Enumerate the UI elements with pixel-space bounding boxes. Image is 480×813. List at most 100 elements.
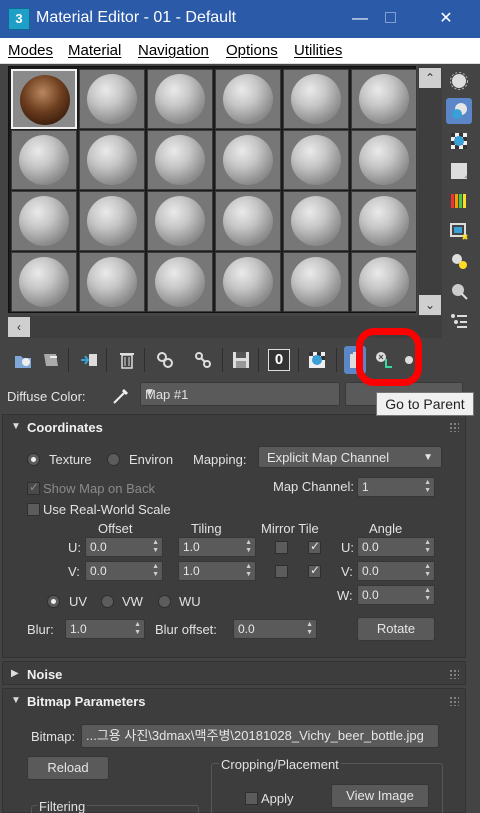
menu-material[interactable]: Material (68, 42, 121, 59)
assign-to-selection-button[interactable] (76, 346, 102, 374)
delete-button[interactable] (114, 346, 140, 374)
v-offset-spinner[interactable]: 0.0 ▲ ▼ (85, 561, 163, 581)
show-map-on-back-checkbox[interactable] (27, 480, 40, 495)
eyedropper-button[interactable] (110, 385, 132, 407)
make-unique-button[interactable] (152, 346, 178, 374)
texture-label: Texture (49, 452, 92, 467)
texture-radio[interactable] (27, 453, 40, 466)
select-by-material-button[interactable] (446, 278, 472, 304)
v-angle-spinner[interactable]: 0.0 ▲ ▼ (357, 561, 435, 581)
put-to-library-button[interactable] (190, 346, 216, 374)
sample-slot[interactable] (351, 130, 417, 190)
material-map-navigator-button[interactable] (446, 308, 472, 334)
map-name-dropdown[interactable]: Map #1 ▼ (140, 382, 340, 406)
menu-utilities[interactable]: Utilities (294, 42, 342, 59)
wu-radio[interactable] (158, 595, 171, 608)
sample-slot[interactable] (351, 191, 417, 251)
put-to-scene-button[interactable] (38, 346, 64, 374)
vw-radio[interactable] (101, 595, 114, 608)
sample-slot[interactable] (11, 130, 77, 190)
close-button[interactable]: ✕ (422, 0, 470, 38)
eyedropper-icon (113, 388, 129, 404)
sample-slot[interactable] (79, 252, 145, 312)
noise-rollout-header[interactable]: ▶ Noise (3, 662, 465, 688)
scroll-up-icon[interactable]: ⌃ (419, 68, 441, 88)
get-material-button[interactable] (10, 346, 36, 374)
w-angle-spinner[interactable]: 0.0 ▲ ▼ (357, 585, 435, 605)
title-bar: 3 Material Editor - 01 - Default — ✕ (0, 0, 480, 38)
material-sphere-icon (359, 196, 409, 246)
v-mirror-checkbox[interactable] (275, 565, 288, 578)
map-channel-value: 1 (362, 480, 369, 494)
sample-slot[interactable] (79, 69, 145, 129)
sample-slot[interactable] (351, 252, 417, 312)
video-color-check-button[interactable] (446, 188, 472, 214)
grip-icon (449, 696, 459, 706)
backlight-button[interactable] (446, 98, 472, 124)
sample-slot[interactable] (11, 191, 77, 251)
menu-modes[interactable]: Modes (8, 42, 53, 59)
sample-slot[interactable] (79, 130, 145, 190)
mirror-tile-header: Mirror Tile (261, 521, 319, 536)
sample-type-button[interactable] (446, 68, 472, 94)
spinner-arrows-icon: ▲ ▼ (245, 539, 252, 554)
apply-checkbox[interactable] (245, 792, 258, 805)
sample-slot[interactable] (147, 69, 213, 129)
scroll-left-icon[interactable]: ‹ (8, 317, 30, 337)
rotate-button[interactable]: Rotate (357, 617, 435, 641)
save-button[interactable] (228, 346, 254, 374)
show-shaded-button[interactable] (304, 346, 330, 374)
material-sphere-icon (20, 75, 70, 125)
sample-slot[interactable] (215, 252, 281, 312)
make-preview-button[interactable] (446, 218, 472, 244)
sample-slot[interactable] (215, 69, 281, 129)
map-channel-spinner[interactable]: 1 ▲ ▼ (357, 477, 435, 497)
chevron-down-icon: ▼ (145, 387, 155, 398)
environ-radio[interactable] (107, 453, 120, 466)
u-offset-spinner[interactable]: 0.0 ▲ ▼ (85, 537, 163, 557)
sample-slot[interactable] (147, 191, 213, 251)
u-tiling-spinner[interactable]: 1.0 ▲ ▼ (178, 537, 256, 557)
toolbar-separator (106, 348, 107, 372)
reload-button[interactable]: Reload (27, 756, 109, 780)
bitmap-parameters-rollout-header[interactable]: ▼ Bitmap Parameters (3, 689, 465, 715)
sample-slot[interactable] (283, 191, 349, 251)
sample-slot[interactable] (147, 252, 213, 312)
sample-slot[interactable] (283, 69, 349, 129)
bitmap-path-button[interactable]: ...그용 사진\3dmax\맥주병\20181028_Vichy_beer_b… (81, 724, 439, 748)
v-tile-checkbox[interactable] (308, 563, 321, 578)
sample-slot[interactable] (147, 130, 213, 190)
menu-navigation[interactable]: Navigation (138, 42, 209, 59)
sample-slot[interactable] (11, 69, 77, 129)
sample-uv-tiling-button[interactable] (446, 158, 472, 184)
spinner-arrows-icon: ▲ ▼ (424, 539, 431, 554)
blur-offset-spinner[interactable]: 0.0 ▲ ▼ (233, 619, 317, 639)
u-mirror-checkbox[interactable] (275, 541, 288, 554)
view-image-button[interactable]: View Image (331, 784, 429, 808)
material-id-channel-button[interactable]: 0 (266, 346, 292, 374)
u-tile-checkbox[interactable] (308, 539, 321, 554)
sample-slot[interactable] (215, 191, 281, 251)
blur-spinner[interactable]: 1.0 ▲ ▼ (65, 619, 145, 639)
noise-rollout: ▶ Noise (2, 661, 466, 685)
scroll-down-icon[interactable]: ⌄ (419, 295, 441, 315)
mapping-dropdown[interactable]: Explicit Map Channel ▼ (258, 446, 442, 468)
background-button[interactable] (446, 128, 472, 154)
real-world-scale-checkbox[interactable] (27, 503, 40, 516)
menu-options[interactable]: Options (226, 42, 278, 59)
uv-radio[interactable] (47, 595, 60, 608)
u-angle-spinner[interactable]: 0.0 ▲ ▼ (357, 537, 435, 557)
slots-vertical-scrollbar[interactable]: ⌃ ⌄ (418, 66, 442, 315)
sample-slot[interactable] (351, 69, 417, 129)
sample-slot[interactable] (215, 130, 281, 190)
sample-slot[interactable] (283, 130, 349, 190)
v-tiling-spinner[interactable]: 1.0 ▲ ▼ (178, 561, 256, 581)
coordinates-rollout-header[interactable]: ▼ Coordinates (3, 415, 465, 441)
grip-icon (449, 422, 459, 432)
sample-slot[interactable] (283, 252, 349, 312)
options-button[interactable] (446, 248, 472, 274)
toolbar-separator (298, 348, 299, 372)
sample-slot[interactable] (11, 252, 77, 312)
material-sphere-icon (19, 257, 69, 307)
sample-slot[interactable] (79, 191, 145, 251)
